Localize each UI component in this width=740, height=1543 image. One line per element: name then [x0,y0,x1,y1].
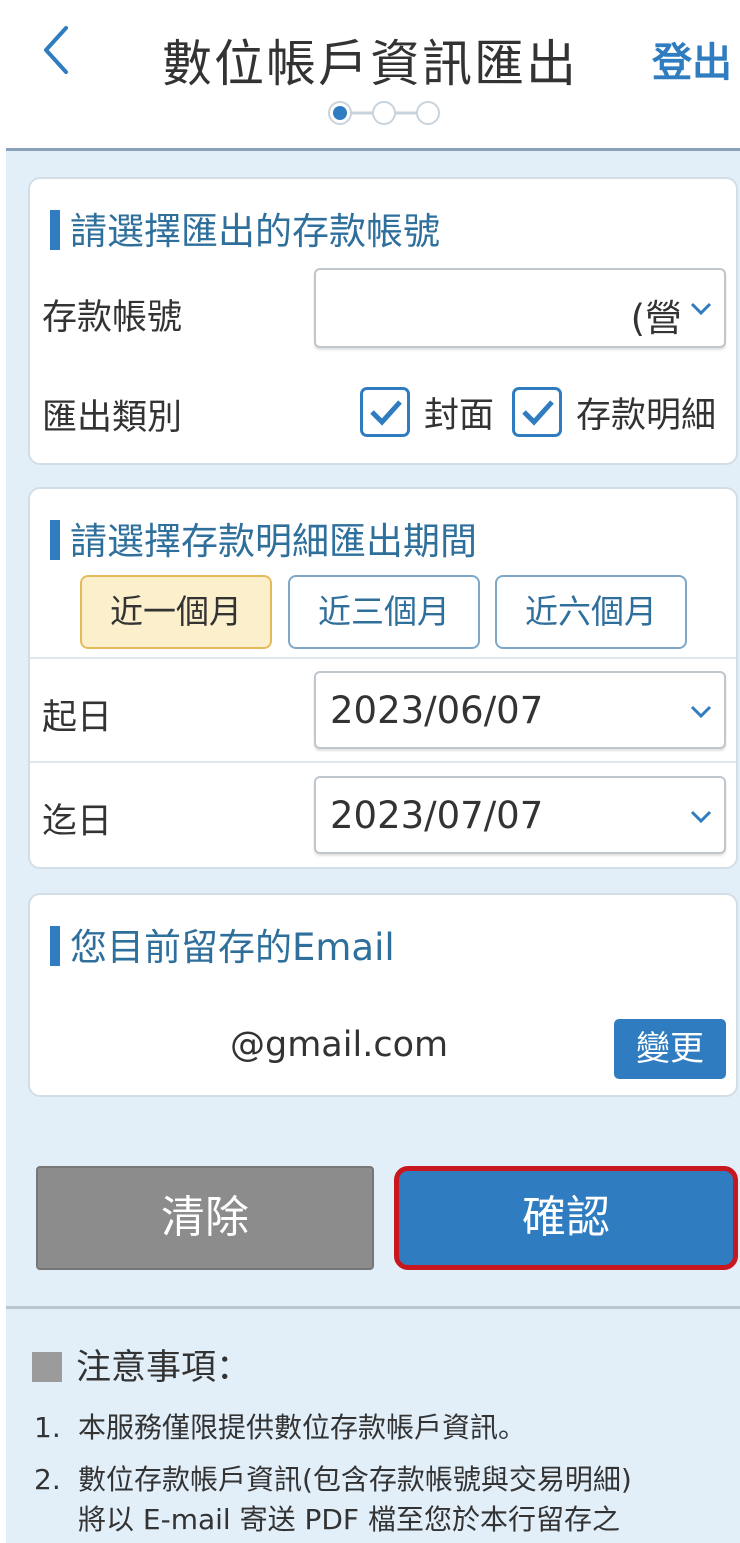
checkmark-icon [370,400,402,426]
page-title: 數位帳戶資訊匯出 [162,35,578,93]
start-date-value: 2023/06/07 [330,689,544,732]
email-section-title-text: 您目前留存的Email [70,926,395,969]
note-continuation: 將以 E-mail 寄送 PDF 檔至您於本行留存之 [78,1503,620,1536]
notes-title-text: 注意事項： [76,1348,252,1388]
chevron-down-icon [690,302,712,316]
notes-square-icon [32,1352,62,1382]
email-value: @gmail.com [230,1025,449,1065]
note-text: 數位存款帳戶資訊(包含存款帳號與交易明細) [78,1463,632,1496]
account-select-value: (營 [630,297,682,340]
app-header: 數位帳戶資訊匯出 登出 [0,0,740,150]
period-1-month-button[interactable]: 近一個月 [80,575,272,649]
chevron-down-icon [690,810,712,824]
period-divider [30,657,736,659]
cover-checkbox-label: 封面 [424,396,495,436]
note-number: 1. [34,1411,61,1444]
section-bar [50,520,60,560]
note-item: 2. 數位存款帳戶資訊(包含存款帳號與交易明細) [34,1461,632,1499]
end-date-select[interactable]: 2023/07/07 [314,776,726,854]
clear-button[interactable]: 清除 [36,1166,374,1270]
period-section-title-text: 請選擇存款明細匯出期間 [70,520,477,563]
notes-panel: 注意事項： 1. 本服務僅限提供數位存款帳戶資訊。 2. 數位存款帳戶資訊(包含存款… [6,1306,740,1543]
note-text: 本服務僅限提供數位存款帳戶資訊。 [78,1411,527,1444]
section-bar [50,926,60,966]
cover-checkbox[interactable] [360,387,410,437]
account-section-title: 請選擇匯出的存款帳號 [50,201,440,255]
main-content: 請選擇匯出的存款帳號 存款帳號 (營 匯出類別 封面 存款明細 請選擇存款明細匯… [6,151,740,1306]
checkmark-icon [522,400,554,426]
change-email-button[interactable]: 變更 [614,1019,726,1079]
account-label: 存款帳號 [42,298,183,338]
account-card: 請選擇匯出的存款帳號 存款帳號 (營 匯出類別 封面 存款明細 [28,177,738,465]
start-date-select[interactable]: 2023/06/07 [314,671,726,749]
start-date-label: 起日 [42,698,113,738]
date-divider [30,761,736,763]
section-bar [50,210,60,250]
period-6-month-button[interactable]: 近六個月 [495,575,687,649]
logout-button[interactable]: 登出 [652,30,732,88]
detail-checkbox-label: 存款明細 [576,396,717,436]
period-3-month-button[interactable]: 近三個月 [288,575,480,649]
detail-checkbox[interactable] [512,387,562,437]
export-type-label: 匯出類別 [42,398,183,438]
step-indicator-icon [328,101,440,125]
confirm-button[interactable]: 確認 [394,1166,738,1270]
notes-title: 注意事項： [32,1339,251,1390]
account-section-title-text: 請選擇匯出的存款帳號 [70,210,440,253]
note-item: 1. 本服務僅限提供數位存款帳戶資訊。 [34,1409,526,1447]
end-date-label: 迄日 [42,802,113,842]
chevron-down-icon [690,705,712,719]
end-date-value: 2023/07/07 [330,794,544,837]
period-card: 請選擇存款明細匯出期間 近一個月 近三個月 近六個月 起日 2023/06/07… [28,487,738,869]
note-number: 2. [34,1463,61,1496]
email-card: 您目前留存的Email @gmail.com 變更 [28,893,738,1097]
account-select[interactable]: (營 [314,268,726,348]
period-section-title: 請選擇存款明細匯出期間 [50,511,477,565]
email-section-title: 您目前留存的Email [50,917,395,971]
